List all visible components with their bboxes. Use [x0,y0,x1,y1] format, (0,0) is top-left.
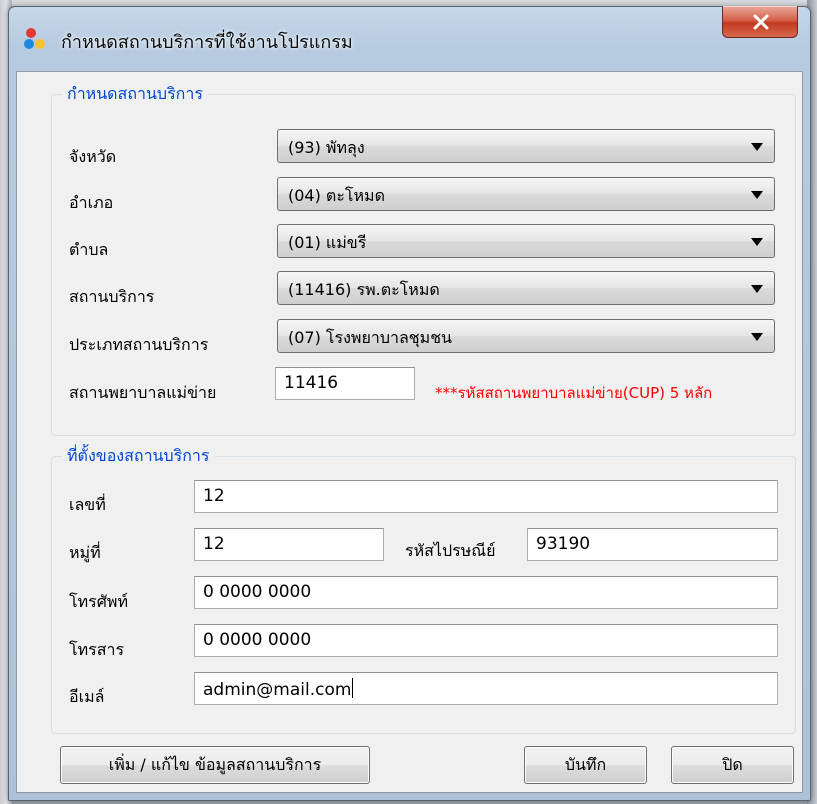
subdistrict-value: (01) แม่ขรี [288,233,367,252]
window-close-button[interactable] [722,6,798,38]
district-value: (04) ตะโหมด [288,186,385,205]
province-label: จังหวัด [69,147,117,166]
dialog-window: กำหนดสถานบริการที่ใช้งานโปรแกรม กำหนดสถา… [8,6,811,801]
email-label: อีเมล์ [69,687,105,706]
district-combobox[interactable]: (04) ตะโหมด [277,177,775,211]
district-label: อำเภอ [69,193,114,212]
chevron-down-icon [751,238,763,246]
fax-input[interactable]: 0 0000 0000 [194,624,778,657]
postcode-value: 93190 [536,534,591,554]
fax-label: โทรสาร [69,640,125,659]
title-bar[interactable]: กำหนดสถานบริการที่ใช้งานโปรแกรม [9,6,810,69]
window-title: กำหนดสถานบริการที่ใช้งานโปรแกรม [61,32,353,53]
phone-input[interactable]: 0 0000 0000 [194,576,778,609]
close-button[interactable]: ปิด [671,746,794,784]
province-value: (93) พัทลุง [288,138,365,157]
postcode-label: รหัสไปรษณีย์ [405,541,496,560]
phone-label: โทรศัพท์ [69,592,128,611]
facility-type-combobox[interactable]: (07) โรงพยาบาลชุมชน [277,319,775,353]
dialog-client-area: กำหนดสถานบริการ จังหวัด (93) พัทลุง อำเภ… [16,71,803,793]
main-hospital-value: 11416 [284,373,339,393]
subdistrict-label: ตำบล [69,240,109,259]
chevron-down-icon [751,143,763,151]
edit-facility-button[interactable]: เพิ่ม / แก้ไข ข้อมูลสถานบริการ [60,746,370,784]
chevron-down-icon [751,285,763,293]
postcode-input[interactable]: 93190 [527,528,778,561]
service-facility-legend: กำหนดสถานบริการ [62,83,208,105]
phone-value: 0 0000 0000 [203,582,312,602]
facility-type-value: (07) โรงพยาบาลชุมชน [288,328,452,347]
text-caret [352,678,354,698]
main-hospital-label: สถานพยาบาลแม่ข่าย [69,383,217,402]
facility-label: สถานบริการ [69,287,155,306]
facility-value: (11416) รพ.ตะโหมด [288,280,440,299]
moo-value: 12 [203,534,225,554]
house-no-label: เลขที่ [69,495,106,514]
chevron-down-icon [751,333,763,341]
moo-input[interactable]: 12 [194,528,384,561]
email-value: admin@mail.com [203,680,352,700]
house-no-value: 12 [203,486,225,506]
x-icon [753,14,769,30]
province-combobox[interactable]: (93) พัทลุง [277,129,775,163]
house-no-input[interactable]: 12 [194,480,778,513]
app-colored-dots-icon [23,26,49,52]
main-hospital-note: ***รหัสสถานพยาบาลแม่ข่าย(CUP) 5 หลัก [435,384,713,402]
main-hospital-input[interactable]: 11416 [275,367,415,400]
facility-combobox[interactable]: (11416) รพ.ตะโหมด [277,271,775,305]
facility-type-label: ประเภทสถานบริการ [69,335,209,354]
moo-label: หมู่ที่ [69,543,101,562]
subdistrict-combobox[interactable]: (01) แม่ขรี [277,224,775,258]
facility-location-legend: ที่ตั้งของสถานบริการ [62,445,215,467]
chevron-down-icon [751,191,763,199]
email-input[interactable]: admin@mail.com [194,672,778,705]
save-button[interactable]: บันทึก [524,746,647,784]
fax-value: 0 0000 0000 [203,630,312,650]
